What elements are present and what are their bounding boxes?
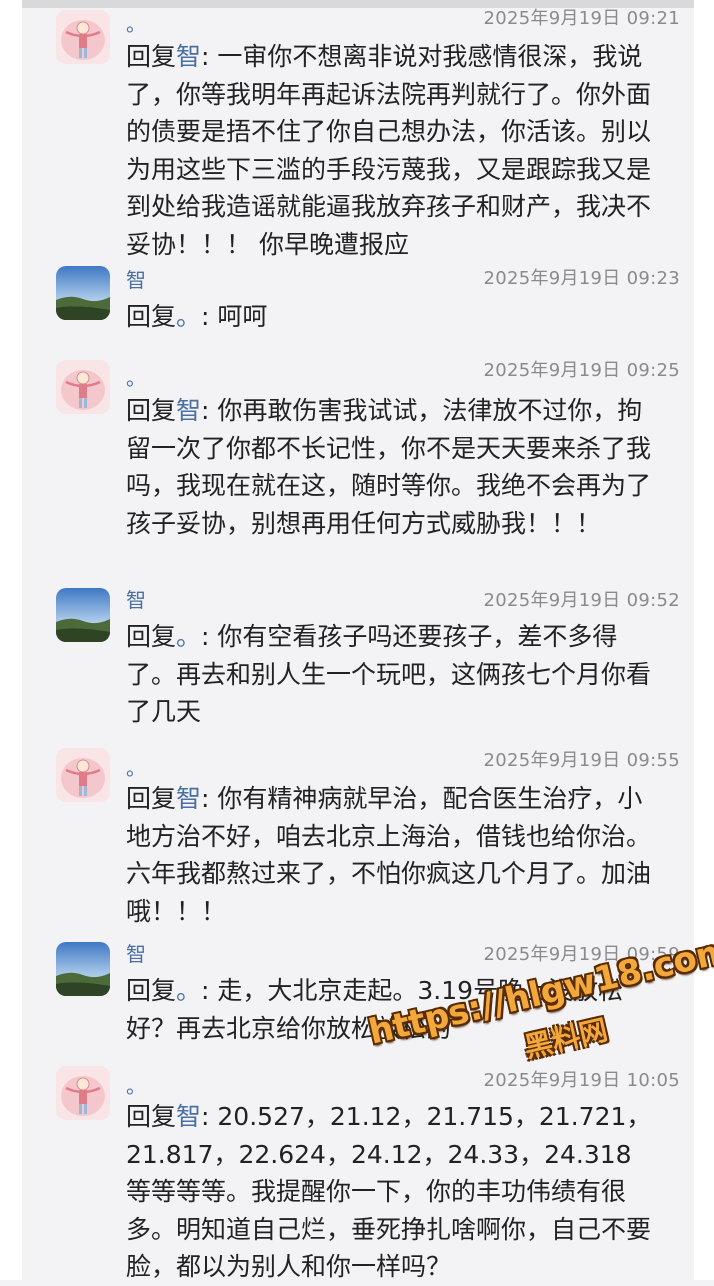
comment-text: 回复智: 你再敢伤害我试试，法律放不过你，拘留一次了你都不长记性，你不是天天要来… [126, 392, 656, 542]
landscape-avatar-icon [56, 266, 110, 320]
sender-name[interactable]: 。 [126, 752, 146, 781]
avatar-landscape[interactable] [56, 266, 110, 320]
right-margin [694, 0, 714, 1280]
avatar-pink[interactable] [56, 748, 110, 802]
reply-prefix: 回复 [126, 396, 177, 425]
pink-cartoon-avatar-icon [56, 360, 110, 414]
reply-target[interactable]: 智 [176, 42, 201, 71]
pink-cartoon-avatar-icon [56, 10, 110, 64]
sender-name[interactable]: 。 [126, 8, 146, 37]
left-margin [0, 0, 22, 1280]
reply-prefix: 回复 [126, 976, 177, 1005]
landscape-avatar-icon [56, 942, 110, 996]
timestamp: 2025年9月19日 09:52 [483, 590, 680, 611]
timestamp: 2025年9月19日 09:55 [483, 750, 680, 771]
sender-name[interactable]: 。 [126, 1070, 146, 1099]
avatar-landscape[interactable] [56, 942, 110, 996]
comment-text: 回复智: 20.527，21.12，21.715，21.721，21.817，2… [126, 1098, 656, 1286]
comment-content: : 20.527，21.12，21.715，21.721，21.817，22.6… [126, 1102, 652, 1281]
reply-prefix: 回复 [126, 784, 177, 813]
sender-name[interactable]: 智 [126, 938, 146, 967]
comment-content: : 你有精神病就早治，配合医生治疗，小地方治不好，咱去北京上海治，借钱也给你治。… [126, 784, 652, 926]
sender-name[interactable]: 。 [126, 362, 146, 391]
watermark-label: 黑料网 [521, 1013, 611, 1065]
comment-content: : 你再敢伤害我试试，法律放不过你，拘留一次了你都不长记性，你不是天天要来杀了我… [126, 396, 652, 538]
comment-content: : 你有空看孩子吗还要孩子，差不多得了。再去和别人生一个玩吧，这俩孩七个月你看了… [126, 622, 652, 726]
comment-text: 回复智: 一审你不想离非说对我感情很深，我说了，你等我明年再起诉法院再判就行了。… [126, 38, 656, 263]
avatar-landscape[interactable] [56, 588, 110, 642]
reply-prefix: 回复 [126, 622, 177, 651]
landscape-avatar-icon [56, 588, 110, 642]
reply-prefix: 回复 [126, 302, 177, 331]
reply-prefix: 回复 [126, 1102, 177, 1131]
reply-target[interactable]: 。 [176, 622, 201, 651]
reply-prefix: 回复 [126, 42, 177, 71]
reply-target[interactable]: 。 [176, 976, 201, 1005]
pink-cartoon-avatar-icon [56, 1066, 110, 1120]
comment-text: 回复。: 你有空看孩子吗还要孩子，差不多得了。再去和别人生一个玩吧，这俩孩七个月… [126, 618, 656, 731]
sender-name[interactable]: 智 [126, 264, 146, 293]
comment-content: : 一审你不想离非说对我感情很深，我说了，你等我明年再起诉法院再判就行了。你外面… [126, 42, 652, 259]
comment-text: 回复智: 你有精神病就早治，配合医生治疗，小地方治不好，咱去北京上海治，借钱也给… [126, 780, 656, 930]
reply-target[interactable]: 智 [176, 784, 201, 813]
comment-content: : 呵呵 [201, 302, 268, 331]
timestamp: 2025年9月19日 09:25 [483, 360, 680, 381]
comment-text: 回复。: 呵呵 [126, 298, 656, 336]
avatar-pink[interactable] [56, 1066, 110, 1120]
avatar-pink[interactable] [56, 360, 110, 414]
avatar-pink[interactable] [56, 10, 110, 64]
reply-target[interactable]: 智 [176, 396, 201, 425]
sender-name[interactable]: 智 [126, 584, 146, 613]
timestamp: 2025年9月19日 09:23 [483, 268, 680, 289]
pink-cartoon-avatar-icon [56, 748, 110, 802]
reply-target[interactable]: 智 [176, 1102, 201, 1131]
reply-target[interactable]: 。 [176, 302, 201, 331]
timestamp: 2025年9月19日 09:21 [483, 8, 680, 29]
